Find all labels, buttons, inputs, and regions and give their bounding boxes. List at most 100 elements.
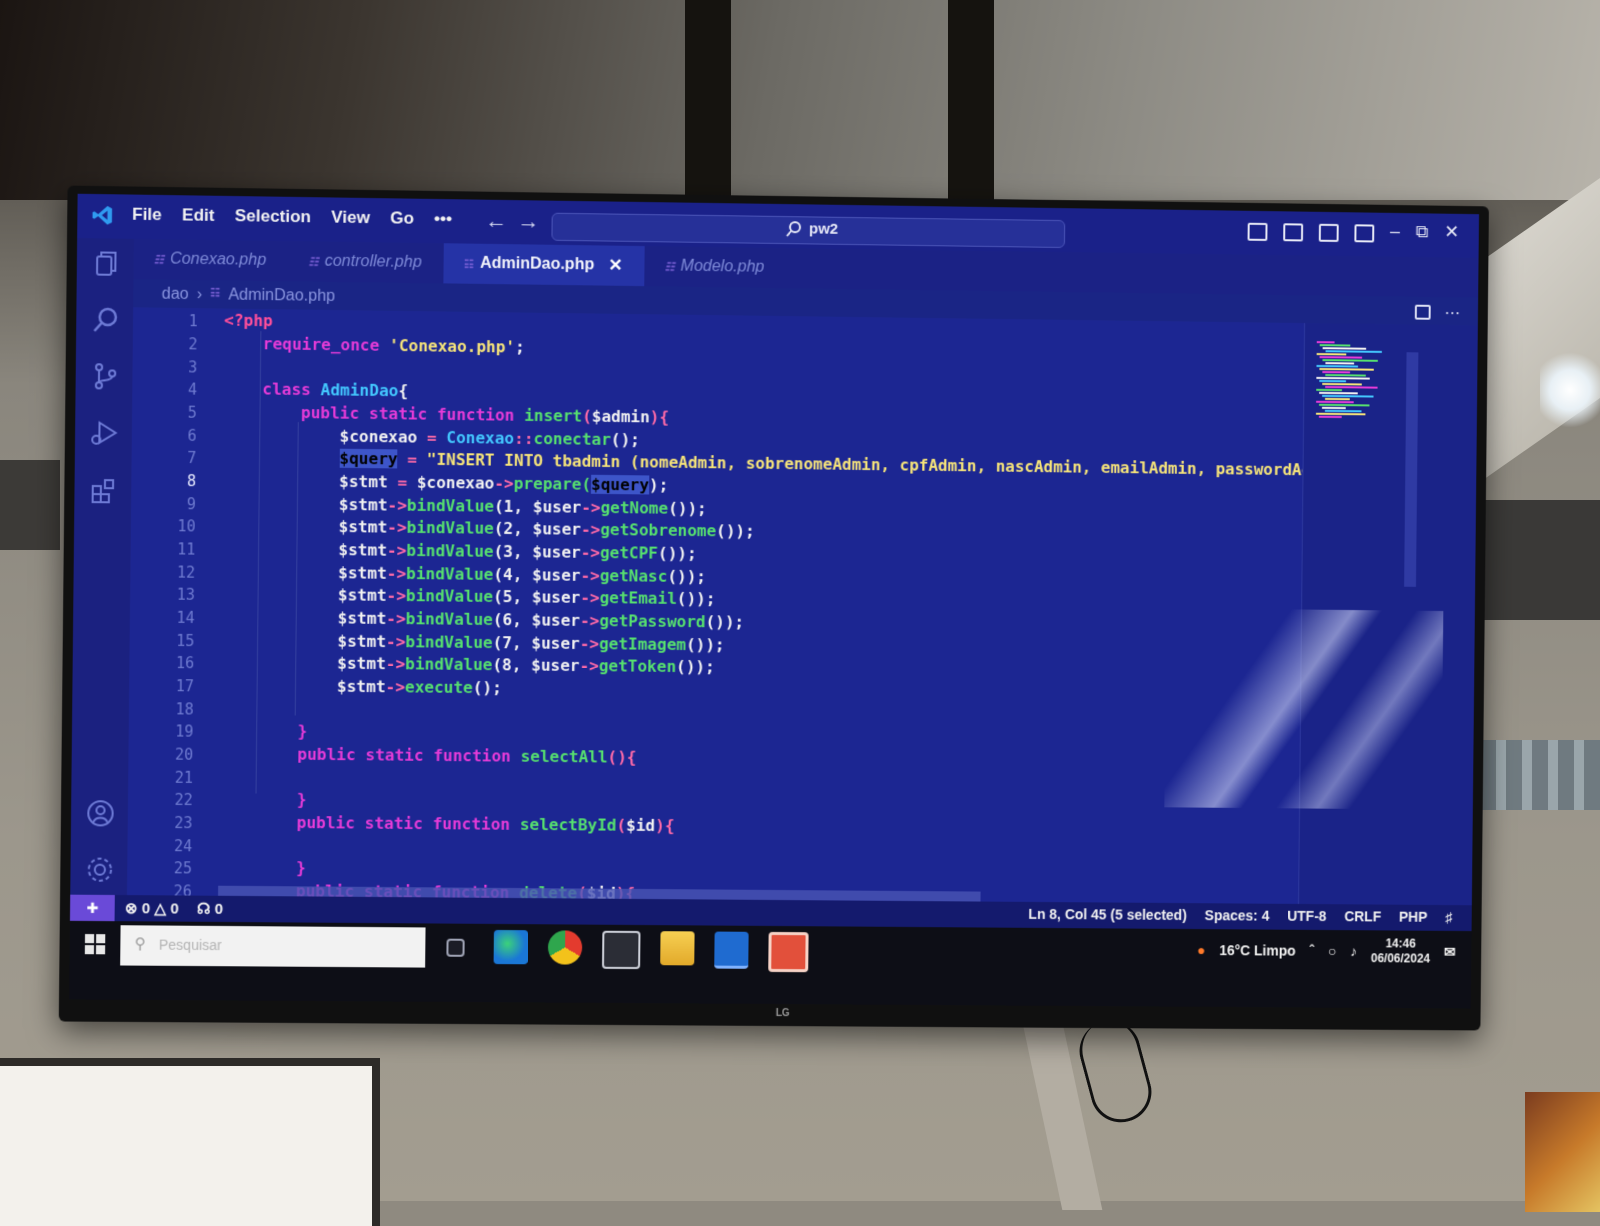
code-line[interactable]: class AdminDao{ bbox=[223, 379, 408, 400]
extensions-icon[interactable] bbox=[89, 474, 120, 505]
line-number: 11 bbox=[161, 540, 196, 558]
weather-text[interactable]: 16°C Limpo bbox=[1219, 942, 1296, 958]
clock[interactable]: 14:46 06/06/2024 bbox=[1371, 936, 1431, 966]
taskbar-search-box[interactable]: ⚲ Pesquisar bbox=[120, 925, 425, 967]
tab-admindao[interactable]: ☷ AdminDao.php ✕ bbox=[444, 243, 645, 286]
close-icon[interactable]: ✕ bbox=[1444, 222, 1459, 244]
code-line[interactable]: $stmt->bindValue(6, $user->getPassword()… bbox=[221, 607, 744, 631]
explorer-icon[interactable] bbox=[91, 248, 122, 279]
code-token: conectar bbox=[533, 429, 611, 449]
language-mode[interactable]: PHP bbox=[1399, 909, 1428, 925]
tab-modelo[interactable]: ☷ Modelo.php bbox=[644, 246, 786, 288]
task-view-icon[interactable] bbox=[446, 939, 464, 957]
vertical-scrollbar[interactable] bbox=[1404, 352, 1418, 587]
settings-gear-icon[interactable] bbox=[85, 854, 116, 884]
encoding[interactable]: UTF-8 bbox=[1287, 908, 1326, 924]
tab-close-icon[interactable]: ✕ bbox=[608, 256, 623, 276]
vscode-taskbar-icon[interactable] bbox=[714, 932, 748, 969]
problems-indicator[interactable]: ⊗ 0 △ 0 bbox=[125, 899, 179, 918]
chrome-browser-icon[interactable] bbox=[548, 930, 582, 964]
breadcrumb-folder[interactable]: dao bbox=[162, 286, 189, 304]
terminal-icon[interactable] bbox=[602, 931, 641, 969]
tab-conexao[interactable]: ☷ Conexao.php bbox=[133, 239, 288, 281]
code-line[interactable]: public static function insert($admin){ bbox=[223, 402, 669, 427]
code-token: class bbox=[223, 379, 320, 399]
toggle-sidebar-icon[interactable] bbox=[1248, 223, 1268, 241]
code-token: bindValue bbox=[405, 654, 492, 674]
code-line[interactable]: $stmt = $conexao->prepare($query); bbox=[222, 470, 668, 494]
code-token: $admin bbox=[592, 407, 650, 427]
line-number: 24 bbox=[158, 837, 193, 855]
toggle-panel-icon[interactable] bbox=[1283, 223, 1303, 241]
menu-go[interactable]: Go bbox=[390, 208, 414, 228]
code-line[interactable]: require_once 'Conexao.php'; bbox=[224, 334, 525, 357]
bell-icon[interactable]: ♯ bbox=[1445, 909, 1452, 925]
wall-picture bbox=[1525, 1092, 1600, 1212]
code-token: $user bbox=[532, 542, 581, 562]
code-line[interactable]: <?php bbox=[224, 311, 273, 331]
end-of-line[interactable]: CRLF bbox=[1344, 908, 1381, 924]
editor-actions: ⋯ bbox=[1415, 303, 1461, 323]
chevron-right-icon: › bbox=[197, 286, 203, 304]
back-arrow-icon[interactable]: ← bbox=[485, 208, 517, 234]
code-token: ){ bbox=[650, 407, 670, 426]
more-actions-icon[interactable]: ⋯ bbox=[1444, 303, 1460, 323]
ports-indicator[interactable]: ☊ 0 bbox=[197, 900, 223, 918]
code-line[interactable]: $stmt->bindValue(4, $user->getNasc()); bbox=[221, 562, 706, 586]
menu-edit[interactable]: Edit bbox=[182, 205, 215, 226]
code-line[interactable]: $stmt->bindValue(1, $user->getNome()); bbox=[222, 494, 707, 519]
code-token: ()); bbox=[668, 499, 707, 518]
code-line[interactable]: public static function selectAll(){ bbox=[219, 744, 636, 767]
minimap[interactable] bbox=[1298, 323, 1479, 905]
code-line[interactable]: $conexao = Conexao::conectar(); bbox=[223, 425, 640, 449]
code-line[interactable]: } bbox=[220, 721, 308, 741]
code-token: require_once bbox=[224, 334, 389, 355]
menu-more[interactable]: ••• bbox=[434, 209, 452, 229]
code-token: -> bbox=[580, 634, 600, 653]
code-token: -> bbox=[386, 609, 406, 628]
minimize-icon[interactable]: – bbox=[1390, 221, 1400, 243]
tab-controller[interactable]: ☷ controller.php bbox=[288, 241, 444, 283]
line-number: 12 bbox=[161, 563, 196, 581]
line-number: 21 bbox=[158, 769, 193, 787]
breadcrumb-file[interactable]: AdminDao.php bbox=[228, 286, 335, 306]
customize-layout-icon[interactable] bbox=[1354, 224, 1374, 242]
code-token: $conexao bbox=[417, 473, 495, 493]
indentation[interactable]: Spaces: 4 bbox=[1205, 907, 1270, 923]
windows-start-icon[interactable] bbox=[84, 933, 107, 955]
split-editor-icon[interactable] bbox=[1415, 305, 1431, 320]
menu-file[interactable]: File bbox=[132, 205, 162, 226]
menu-selection[interactable]: Selection bbox=[235, 206, 312, 227]
line-number: 16 bbox=[160, 654, 195, 672]
app-icon[interactable] bbox=[768, 932, 808, 972]
chevron-up-icon[interactable]: ˆ bbox=[1309, 943, 1314, 959]
remote-indicator-icon[interactable]: ✚ bbox=[70, 895, 115, 922]
volume-icon[interactable]: ♪ bbox=[1350, 943, 1357, 959]
search-icon[interactable] bbox=[90, 305, 121, 336]
code-line[interactable]: $stmt->bindValue(3, $user->getCPF()); bbox=[222, 539, 697, 563]
ceiling bbox=[0, 0, 1600, 200]
file-explorer-icon[interactable] bbox=[660, 931, 694, 965]
restore-icon[interactable]: ⧉ bbox=[1416, 221, 1429, 243]
source-control-icon[interactable] bbox=[90, 361, 121, 392]
cursor-position[interactable]: Ln 8, Col 45 (5 selected) bbox=[1028, 906, 1187, 923]
command-center[interactable]: pw2 bbox=[551, 213, 1065, 248]
code-line[interactable]: public static function selectById($id){ bbox=[219, 812, 675, 835]
edge-browser-icon[interactable] bbox=[494, 930, 529, 964]
code-token: } bbox=[219, 789, 307, 809]
code-line[interactable]: $stmt->bindValue(2, $user->getSobrenome(… bbox=[222, 516, 755, 541]
network-icon[interactable]: ○ bbox=[1328, 943, 1337, 959]
code-editor[interactable]: 1 2 3 4 5 6 7 8 9 10 11 12 13 14 15 16 1… bbox=[127, 307, 1304, 904]
code-line[interactable]: } bbox=[219, 789, 307, 809]
minimap-line bbox=[1317, 353, 1347, 355]
account-icon[interactable] bbox=[85, 798, 116, 828]
run-debug-icon[interactable] bbox=[89, 417, 120, 448]
notifications-icon[interactable]: ✉ bbox=[1444, 943, 1456, 960]
line-number: 13 bbox=[160, 585, 195, 603]
code-line[interactable]: $stmt->execute(); bbox=[220, 676, 502, 698]
menu-view[interactable]: View bbox=[331, 207, 370, 228]
toggle-secondary-sidebar-icon[interactable] bbox=[1319, 224, 1339, 242]
warning-icon: △ bbox=[154, 900, 166, 917]
code-line[interactable]: } bbox=[218, 858, 306, 878]
forward-arrow-icon[interactable]: → bbox=[517, 208, 549, 234]
